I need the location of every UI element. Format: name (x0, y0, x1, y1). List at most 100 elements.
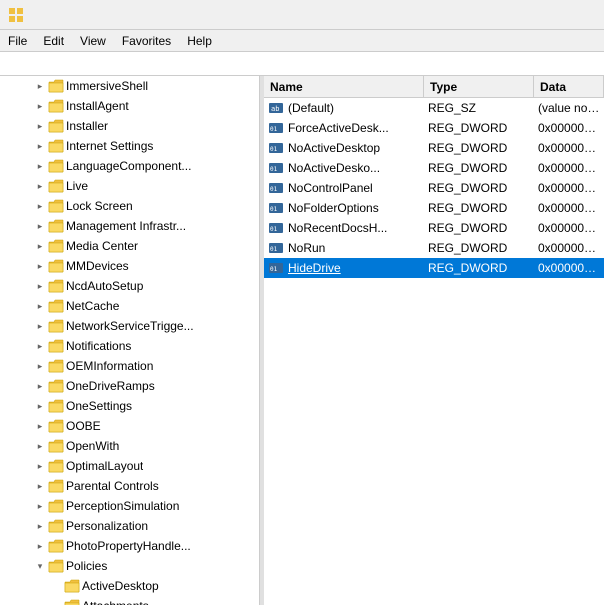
tree-item-netcache[interactable]: ▸ NetCache (0, 296, 259, 316)
menu-favorites[interactable]: Favorites (114, 32, 179, 50)
tree-item-oeminformation[interactable]: ▸ OEMInformation (0, 356, 259, 376)
col-header-name[interactable]: Name (264, 76, 424, 97)
tree-arrow-oeminformation[interactable]: ▸ (32, 356, 48, 376)
value-row-norecentdocsh[interactable]: 01 NoRecentDocsH...REG_DWORD0x00000000 (… (264, 218, 604, 238)
tree-arrow-installer[interactable]: ▸ (32, 116, 48, 136)
folder-icon-oobe (48, 418, 64, 434)
tree-arrow-netcache[interactable]: ▸ (32, 296, 48, 316)
value-row-nocontrolpanel[interactable]: 01 NoControlPanelREG_DWORD0x00000000 (0) (264, 178, 604, 198)
reg-icon-norun: 01 (268, 240, 284, 256)
tree-arrow-notifications[interactable]: ▸ (32, 336, 48, 356)
tree-item-attachments[interactable]: Attachments (0, 596, 259, 605)
tree-item-policies[interactable]: ▾ Policies (0, 556, 259, 576)
tree-item-optimallayout[interactable]: ▸ OptimalLayout (0, 456, 259, 476)
tree-arrow-parentalcontrols[interactable]: ▸ (32, 476, 48, 496)
tree-item-openwith[interactable]: ▸ OpenWith (0, 436, 259, 456)
tree-item-ncdautosetup[interactable]: ▸ NcdAutoSetup (0, 276, 259, 296)
tree-item-parentalcontrols[interactable]: ▸ Parental Controls (0, 476, 259, 496)
tree-item-onesettings[interactable]: ▸ OneSettings (0, 396, 259, 416)
tree-arrow-oobe[interactable]: ▸ (32, 416, 48, 436)
value-row-noactivedesk2[interactable]: 01 NoActiveDesko...REG_DWORD0x00000001 (… (264, 158, 604, 178)
tree-item-lockscreen[interactable]: ▸ Lock Screen (0, 196, 259, 216)
col-header-data[interactable]: Data (534, 76, 604, 97)
tree-arrow-openwith[interactable]: ▸ (32, 436, 48, 456)
tree-arrow-onedriveramps[interactable]: ▸ (32, 376, 48, 396)
tree-item-notifications[interactable]: ▸ Notifications (0, 336, 259, 356)
tree-arrow-personalization[interactable]: ▸ (32, 516, 48, 536)
tree-item-installer[interactable]: ▸ Installer (0, 116, 259, 136)
tree-arrow-attachments[interactable] (48, 596, 64, 605)
tree-label-mediacenter: Media Center (66, 239, 138, 253)
tree-item-personalization[interactable]: ▸ Personalization (0, 516, 259, 536)
tree-item-live[interactable]: ▸ Live (0, 176, 259, 196)
tree-item-mmdevices[interactable]: ▸ MMDevices (0, 256, 259, 276)
value-type-noactivedesk2: REG_DWORD (424, 161, 534, 175)
value-data-norecentdocsh: 0x00000000 (0) (534, 221, 604, 235)
tree-item-languagecomponent[interactable]: ▸ LanguageComponent... (0, 156, 259, 176)
tree-item-managementinfrastr[interactable]: ▸ Management Infrastr... (0, 216, 259, 236)
tree-label-mmdevices: MMDevices (66, 259, 129, 273)
col-header-type[interactable]: Type (424, 76, 534, 97)
tree-item-internetsettings[interactable]: ▸ Internet Settings (0, 136, 259, 156)
maximize-button[interactable] (504, 0, 550, 30)
tree-arrow-activedesktop[interactable] (48, 576, 64, 596)
folder-icon-live (48, 178, 64, 194)
reg-icon-norecentdocsh: 01 (268, 220, 284, 236)
tree-arrow-policies[interactable]: ▾ (32, 556, 48, 576)
tree-item-photopropertyhandle[interactable]: ▸ PhotoPropertyHandle... (0, 536, 259, 556)
value-name-text-norecentdocsh: NoRecentDocsH... (288, 221, 387, 235)
value-type-hidedrive: REG_DWORD (424, 261, 534, 275)
tree-arrow-live[interactable]: ▸ (32, 176, 48, 196)
tree-arrow-ncdautosetup[interactable]: ▸ (32, 276, 48, 296)
folder-icon-activedesktop (64, 578, 80, 594)
tree-label-personalization: Personalization (66, 519, 148, 533)
value-row-norun[interactable]: 01 NoRunREG_DWORD0x00000000 (0) (264, 238, 604, 258)
minimize-button[interactable] (458, 0, 504, 30)
tree-label-openwith: OpenWith (66, 439, 119, 453)
tree-item-onedriveramps[interactable]: ▸ OneDriveRamps (0, 376, 259, 396)
menu-help[interactable]: Help (179, 32, 220, 50)
folder-icon-notifications (48, 338, 64, 354)
folder-icon-photopropertyhandle (48, 538, 64, 554)
tree-label-networkservicetrigge: NetworkServiceTrigge... (66, 319, 194, 333)
value-row-noactivedesktop[interactable]: 01 NoActiveDesktopREG_DWORD0x00000001 (1… (264, 138, 604, 158)
close-button[interactable] (550, 0, 596, 30)
value-row-hidedrive[interactable]: 01 HideDriveREG_DWORD0x00000000 (0) (264, 258, 604, 278)
value-name-forceactivedesk: 01 ForceActiveDesk... (264, 120, 424, 136)
value-row-default[interactable]: ab (Default)REG_SZ(value not set) (264, 98, 604, 118)
tree-item-activedesktop[interactable]: ActiveDesktop (0, 576, 259, 596)
value-name-nofolderoptions: 01 NoFolderOptions (264, 200, 424, 216)
tree-arrow-mmdevices[interactable]: ▸ (32, 256, 48, 276)
tree-arrow-internetsettings[interactable]: ▸ (32, 136, 48, 156)
tree-item-oobe[interactable]: ▸ OOBE (0, 416, 259, 436)
tree-arrow-onesettings[interactable]: ▸ (32, 396, 48, 416)
tree-arrow-lockscreen[interactable]: ▸ (32, 196, 48, 216)
value-type-nofolderoptions: REG_DWORD (424, 201, 534, 215)
tree-item-installagent[interactable]: ▸ InstallAgent (0, 96, 259, 116)
tree-arrow-installagent[interactable]: ▸ (32, 96, 48, 116)
tree-arrow-mediacenter[interactable]: ▸ (32, 236, 48, 256)
tree-item-mediacenter[interactable]: ▸ Media Center (0, 236, 259, 256)
tree-arrow-perceptionsimulation[interactable]: ▸ (32, 496, 48, 516)
reg-icon-nofolderoptions: 01 (268, 200, 284, 216)
value-row-forceactivedesk[interactable]: 01 ForceActiveDesk...REG_DWORD0x00000000… (264, 118, 604, 138)
tree-arrow-optimallayout[interactable]: ▸ (32, 456, 48, 476)
value-data-hidedrive: 0x00000000 (0) (534, 261, 604, 275)
tree-item-networkservicetrigge[interactable]: ▸ NetworkServiceTrigge... (0, 316, 259, 336)
value-row-nofolderoptions[interactable]: 01 NoFolderOptionsREG_DWORD0x00000000 (0… (264, 198, 604, 218)
tree-arrow-managementinfrastr[interactable]: ▸ (32, 216, 48, 236)
tree-item-immersiveshell[interactable]: ▸ ImmersiveShell (0, 76, 259, 96)
menu-view[interactable]: View (72, 32, 114, 50)
tree-arrow-photopropertyhandle[interactable]: ▸ (32, 536, 48, 556)
tree-item-perceptionsimulation[interactable]: ▸ PerceptionSimulation (0, 496, 259, 516)
menu-edit[interactable]: Edit (35, 32, 72, 50)
values-header: Name Type Data (264, 76, 604, 98)
tree-arrow-networkservicetrigge[interactable]: ▸ (32, 316, 48, 336)
tree-arrow-immersiveshell[interactable]: ▸ (32, 76, 48, 96)
menu-file[interactable]: File (0, 32, 35, 50)
tree-scroll[interactable]: ▸ ImmersiveShell▸ InstallAgent▸ Installe… (0, 76, 259, 605)
value-name-text-default: (Default) (288, 101, 334, 115)
value-name-text-nocontrolpanel: NoControlPanel (288, 181, 373, 195)
tree-arrow-languagecomponent[interactable]: ▸ (32, 156, 48, 176)
folder-icon-managementinfrastr (48, 218, 64, 234)
